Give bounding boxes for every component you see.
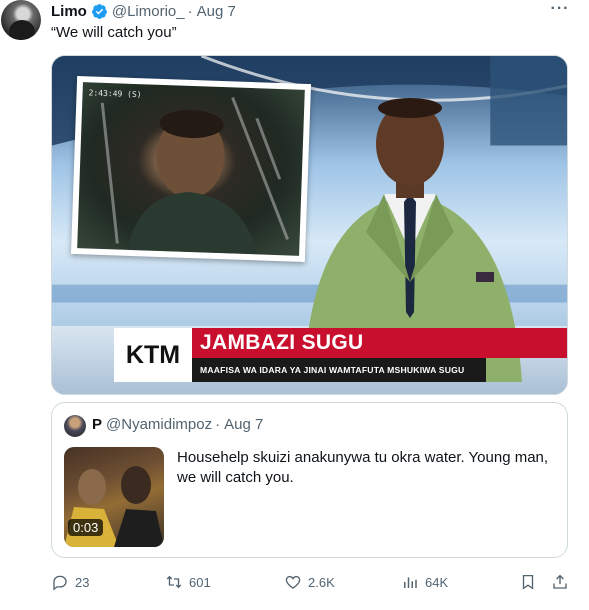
video-duration-badge: 0:03 bbox=[68, 519, 104, 536]
quoted-tweet-header: P @Nyamidimpoz · Aug 7 bbox=[92, 416, 263, 433]
suspect-photo-frame: 2:43:49 (S) bbox=[70, 75, 312, 263]
like-count: 2.6K bbox=[308, 574, 335, 590]
like-button[interactable]: 2.6K bbox=[284, 572, 335, 592]
reply-icon bbox=[53, 575, 67, 591]
channel-logo: KTM bbox=[114, 328, 192, 382]
news-lower-third: KTM JAMBAZI SUGU MAAFISA WA IDARA YA JIN… bbox=[114, 328, 567, 382]
news-headline: JAMBAZI SUGU bbox=[192, 328, 567, 358]
bookmark-button[interactable] bbox=[519, 572, 537, 592]
quoted-tweet-text: Househelp skuizi anakunywa tu okra water… bbox=[177, 449, 549, 486]
view-count: 64K bbox=[425, 574, 449, 590]
author-name[interactable]: Limo bbox=[51, 3, 87, 20]
separator-dot: · bbox=[187, 2, 193, 20]
share-button[interactable] bbox=[551, 572, 569, 592]
quoted-video-thumbnail[interactable]: 0:03 bbox=[64, 447, 164, 547]
quoted-tweet-date[interactable]: Aug 7 bbox=[224, 416, 263, 433]
author-avatar[interactable] bbox=[1, 0, 41, 40]
verified-badge-icon bbox=[91, 3, 107, 19]
tweet: Limo @Limorio_ · Aug 7 ··· “We will catc… bbox=[0, 0, 589, 610]
reply-count: 23 bbox=[75, 574, 90, 590]
retweet-button[interactable]: 601 bbox=[165, 572, 211, 592]
retweet-icon bbox=[166, 575, 182, 589]
tweet-header: Limo @Limorio_ · Aug 7 bbox=[51, 1, 236, 21]
suspect-photo: 2:43:49 (S) bbox=[77, 82, 305, 256]
author-handle[interactable]: @Limorio_ bbox=[112, 3, 185, 20]
cctv-timestamp: 2:43:49 (S) bbox=[88, 88, 142, 100]
quoted-author-avatar[interactable] bbox=[64, 415, 86, 437]
quoted-author-name[interactable]: P bbox=[92, 416, 102, 433]
reply-button[interactable]: 23 bbox=[51, 572, 89, 592]
heart-icon bbox=[285, 575, 301, 589]
bookmark-icon bbox=[522, 574, 534, 590]
suspect-figure bbox=[100, 96, 289, 255]
retweet-count: 601 bbox=[189, 574, 211, 590]
analytics-icon bbox=[404, 577, 417, 588]
share-icon bbox=[553, 574, 567, 589]
tweet-date[interactable]: Aug 7 bbox=[197, 3, 236, 20]
tweet-image[interactable]: 2:43:49 (S) KTM JAMBAZI SUGU MAAFISA WA … bbox=[51, 55, 568, 395]
quoted-tweet[interactable]: P @Nyamidimpoz · Aug 7 0:03 Househelp sk… bbox=[51, 402, 568, 558]
tweet-text: “We will catch you” bbox=[51, 24, 177, 41]
quoted-separator-dot: · bbox=[215, 416, 221, 433]
news-subheadline: MAAFISA WA IDARA YA JINAI WAMTAFUTA MSHU… bbox=[192, 358, 486, 382]
quoted-author-handle[interactable]: @Nyamidimpoz bbox=[106, 416, 212, 433]
tweet-actions: 23 601 2.6K 64K bbox=[51, 572, 571, 594]
views-button[interactable]: 64K bbox=[401, 572, 448, 592]
more-options-icon[interactable]: ··· bbox=[550, 0, 570, 20]
